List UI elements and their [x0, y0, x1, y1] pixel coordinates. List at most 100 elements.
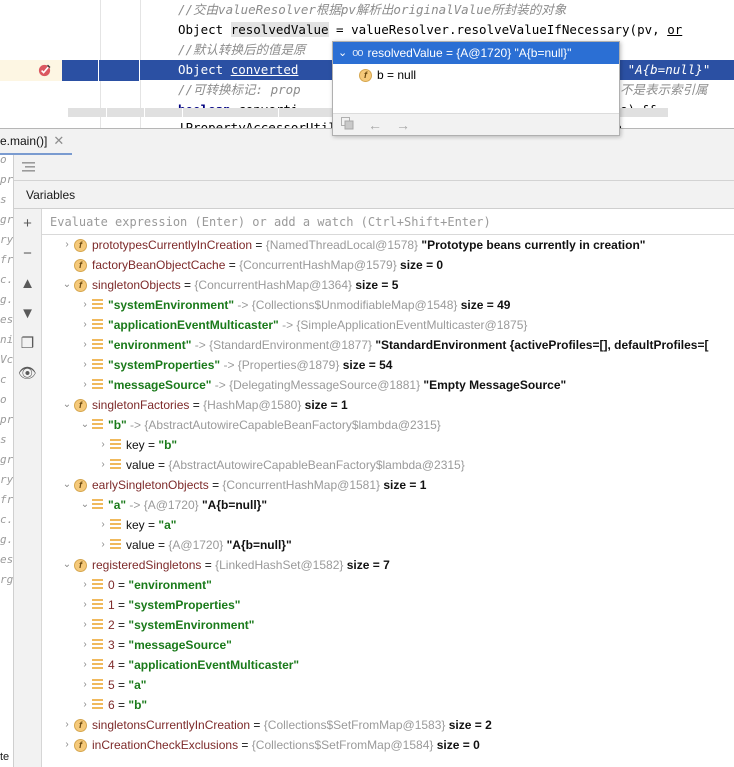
tree-row[interactable]: f factoryBeanObjectCache = {ConcurrentHas…	[42, 255, 734, 275]
tree-token: =	[114, 698, 129, 712]
evaluate-expression-bar[interactable]: Evaluate expression (Enter) or add a wat…	[42, 209, 734, 235]
tree-row-label: "a" -> {A@1720} "A{b=null}"	[108, 495, 267, 515]
tree-row-label: 6 = "b"	[108, 695, 147, 715]
chevron-right-icon[interactable]: ›	[78, 355, 92, 375]
back-arrow-icon[interactable]: ←	[368, 118, 382, 132]
chevron-down-icon[interactable]: ⌄	[60, 475, 74, 495]
move-down-button[interactable]: ▼	[17, 303, 39, 323]
strip-text-fragment: o	[0, 393, 7, 406]
breakpoint-icon[interactable]	[38, 63, 52, 77]
code-token: Object	[178, 62, 231, 77]
chevron-right-icon[interactable]: ›	[96, 515, 110, 535]
tree-row[interactable]: › 2 = "systemEnvironment"	[42, 615, 734, 635]
chevron-right-icon[interactable]: ›	[78, 595, 92, 615]
copy-value-button[interactable]: ❐	[17, 333, 39, 353]
chevron-down-icon[interactable]: ⌄	[338, 47, 347, 59]
tree-row[interactable]: › key = "a"	[42, 515, 734, 535]
tree-row[interactable]: › 6 = "b"	[42, 695, 734, 715]
tree-token: size = 7	[343, 558, 390, 572]
tree-row[interactable]: › 4 = "applicationEventMulticaster"	[42, 655, 734, 675]
code-line[interactable]: Object resolvedValue = valueResolver.res…	[140, 20, 734, 40]
tree-row[interactable]: › "applicationEventMulticaster" -> {Simpl…	[42, 315, 734, 335]
variables-tree[interactable]: › f prototypesCurrentlyInCreation = {Named…	[42, 235, 734, 767]
debug-session-tab[interactable]: e.main()] ✕	[0, 129, 73, 155]
chevron-right-icon[interactable]: ›	[78, 375, 92, 395]
move-up-button[interactable]: ▲	[17, 273, 39, 293]
chevron-right-icon[interactable]: ›	[60, 715, 74, 735]
tree-row[interactable]: › value = {AbstractAutowireCapableBeanFac…	[42, 455, 734, 475]
chevron-right-icon[interactable]: ›	[60, 735, 74, 755]
chevron-right-icon[interactable]: ›	[78, 575, 92, 595]
tree-row[interactable]: ⌄ f registeredSingletons = {LinkedHashSet@…	[42, 555, 734, 575]
popup-header-row[interactable]: ⌄ oo resolvedValue = {A@1720} "A{b=null}…	[333, 42, 619, 64]
value-tooltip-popup[interactable]: ⌄ oo resolvedValue = {A@1720} "A{b=null}…	[332, 41, 620, 136]
chevron-right-icon[interactable]: ›	[96, 455, 110, 475]
chevron-right-icon[interactable]: ›	[78, 635, 92, 655]
tree-row[interactable]: ⌄ f singletonFactories = {HashMap@1580} si…	[42, 395, 734, 415]
popup-header-label: resolvedValue = {A@1720} "A{b=null}"	[367, 46, 572, 60]
tree-row[interactable]: › f singletonsCurrentlyInCreation = {Colle…	[42, 715, 734, 735]
strip-text-fragment: rg	[0, 573, 14, 586]
tree-row[interactable]: ⌄ "a" -> {A@1720} "A{b=null}"	[42, 495, 734, 515]
tree-token: "Empty MessageSource"	[420, 378, 567, 392]
chevron-right-icon[interactable]: ›	[96, 435, 110, 455]
tree-token: singletonsCurrentlyInCreation	[92, 718, 251, 732]
chevron-right-icon[interactable]: ›	[78, 615, 92, 635]
copy-value-icon[interactable]	[341, 117, 354, 132]
strip-text-fragment: fr	[0, 493, 14, 506]
chevron-right-icon[interactable]: ›	[60, 235, 74, 255]
forward-arrow-icon[interactable]: →	[396, 118, 410, 132]
tree-row[interactable]: › 3 = "messageSource"	[42, 635, 734, 655]
chevron-right-icon[interactable]: ›	[78, 315, 92, 335]
chevron-right-icon[interactable]: ›	[78, 335, 92, 355]
tree-row[interactable]: ⌄ f earlySingletonObjects = {ConcurrentHas…	[42, 475, 734, 495]
chevron-down-icon[interactable]: ⌄	[60, 555, 74, 575]
tree-token: {ConcurrentHashMap@1581}	[222, 478, 381, 492]
chevron-right-icon[interactable]: ›	[96, 535, 110, 555]
tree-row[interactable]: › "systemProperties" -> {Properties@1879}…	[42, 355, 734, 375]
chevron-right-icon[interactable]: ›	[78, 295, 92, 315]
popup-body[interactable]: f b = null	[333, 64, 619, 115]
tree-token: earlySingletonObjects	[92, 478, 209, 492]
chevron-right-icon[interactable]: ›	[78, 655, 92, 675]
tree-row[interactable]: › "environment" -> {StandardEnvironment@1…	[42, 335, 734, 355]
tree-token: 6	[108, 698, 115, 712]
chevron-right-icon[interactable]: ›	[78, 695, 92, 715]
tree-row[interactable]: › 1 = "systemProperties"	[42, 595, 734, 615]
collection-entry-icon	[92, 339, 103, 351]
popup-footer-toolbar[interactable]: ← →	[333, 113, 619, 135]
layout-settings-icon[interactable]	[22, 161, 36, 173]
tree-row[interactable]: › f inCreationCheckExclusions = {Collectio…	[42, 735, 734, 755]
tree-row[interactable]: › 5 = "a"	[42, 675, 734, 695]
tree-row[interactable]: ⌄ f singletonObjects = {ConcurrentHashMap@…	[42, 275, 734, 295]
close-icon[interactable]: ✕	[53, 133, 64, 149]
tree-token: {Collections$SetFromMap@1584}	[251, 738, 434, 752]
tree-token: "a"	[158, 518, 177, 532]
selected-line-block	[62, 60, 98, 81]
tree-row-label: 0 = "environment"	[108, 575, 212, 595]
tree-row[interactable]: › value = {A@1720} "A{b=null}"	[42, 535, 734, 555]
tree-row[interactable]: › "systemEnvironment" -> {Collections$Unm…	[42, 295, 734, 315]
chevron-down-icon[interactable]: ⌄	[78, 415, 92, 435]
tree-token: ->	[126, 418, 145, 432]
tree-row[interactable]: ⌄ "b" -> {AbstractAutowireCapableBeanFact…	[42, 415, 734, 435]
chevron-down-icon[interactable]: ⌄	[60, 275, 74, 295]
popup-child-row[interactable]: f b = null	[359, 68, 416, 82]
remove-watch-button[interactable]: −	[17, 243, 39, 263]
variables-tab-header[interactable]: Variables	[14, 181, 734, 209]
tree-token: 4	[108, 658, 115, 672]
chevron-down-icon[interactable]: ⌄	[60, 395, 74, 415]
tree-row[interactable]: › "messageSource" -> {DelegatingMessageSo…	[42, 375, 734, 395]
tree-row[interactable]: › f prototypesCurrentlyInCreation = {Named…	[42, 235, 734, 255]
chevron-down-icon[interactable]: ⌄	[78, 495, 92, 515]
selected-line-block	[99, 60, 139, 81]
tree-token: size = 5	[352, 278, 399, 292]
strip-text-fragment: c.	[0, 513, 14, 526]
add-watch-button[interactable]: +	[17, 213, 39, 233]
inspect-button[interactable]: 👁	[17, 363, 39, 383]
chevron-right-icon[interactable]: ›	[78, 675, 92, 695]
tree-row[interactable]: › 0 = "environment"	[42, 575, 734, 595]
tree-row[interactable]: › key = "b"	[42, 435, 734, 455]
code-line[interactable]: //交由valueResolver根据pv解析出originalValue所封装…	[140, 0, 734, 20]
tree-token: prototypesCurrentlyInCreation	[92, 238, 253, 252]
